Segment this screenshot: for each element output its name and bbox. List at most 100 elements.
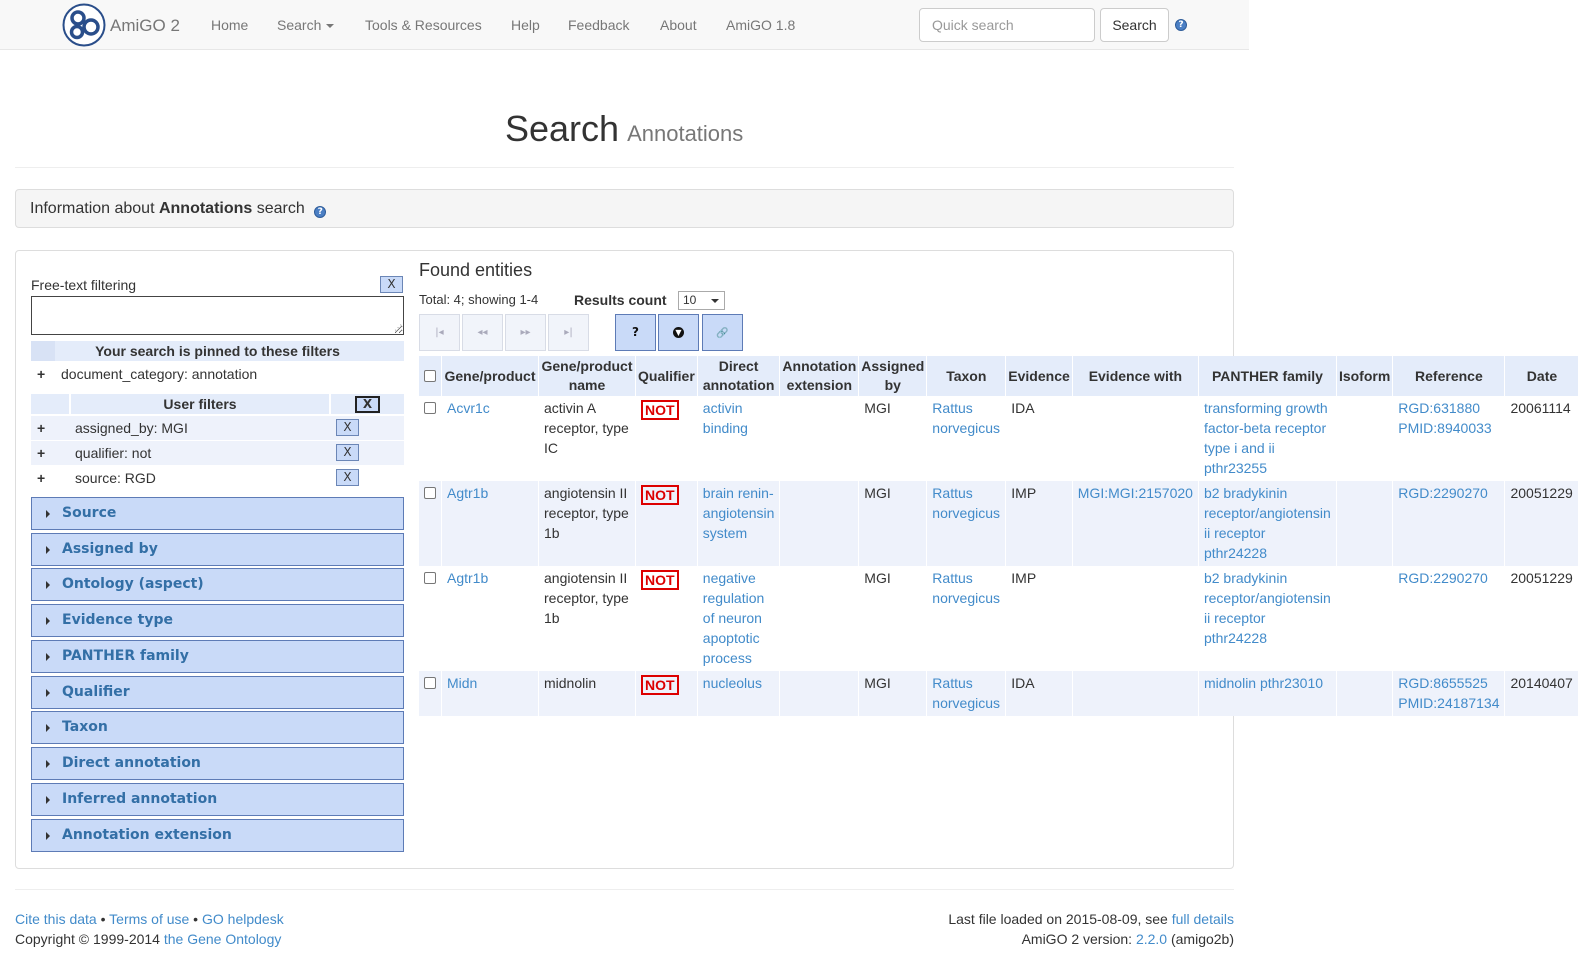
nav-search-dropdown[interactable]: Search bbox=[277, 17, 335, 33]
panther-family-link[interactable]: transforming growth factor-beta receptor… bbox=[1204, 400, 1328, 476]
gene-link[interactable]: Agtr1b bbox=[447, 485, 488, 501]
nav-about[interactable]: About bbox=[660, 17, 697, 33]
pager-last-button[interactable]: ▸| bbox=[548, 314, 589, 351]
evidence-with-link[interactable]: MGI:MGI:2157020 bbox=[1078, 485, 1193, 501]
results-table: Gene/product Gene/product name Qualifier… bbox=[419, 356, 1580, 716]
column-header[interactable]: Annotation extension bbox=[779, 356, 860, 396]
facet-source[interactable]: Source bbox=[31, 497, 404, 530]
column-header[interactable]: Gene/product name bbox=[538, 356, 636, 396]
select-all-checkbox[interactable] bbox=[424, 369, 436, 382]
reference-link[interactable]: RGD:2290270 bbox=[1398, 570, 1488, 586]
facet-taxon[interactable]: Taxon bbox=[31, 711, 404, 744]
pager-first-button[interactable]: |◂ bbox=[419, 314, 460, 351]
panther-family-link[interactable]: b2 bradykinin receptor/angiotensin ii re… bbox=[1204, 570, 1331, 646]
column-header[interactable]: Evidence with bbox=[1072, 356, 1199, 396]
column-header[interactable]: Gene/product bbox=[441, 356, 539, 396]
remove-filter-button[interactable]: X bbox=[336, 469, 359, 486]
nav-feedback[interactable]: Feedback bbox=[568, 17, 629, 33]
triangle-right-icon bbox=[46, 760, 50, 768]
quick-search-button[interactable]: Search bbox=[1100, 8, 1169, 42]
taxon-link[interactable]: Rattus norvegicus bbox=[932, 485, 1000, 521]
plus-icon[interactable]: + bbox=[37, 416, 45, 440]
facet-inferred-annotation[interactable]: Inferred annotation bbox=[31, 783, 404, 816]
facet-annotation-extension[interactable]: Annotation extension bbox=[31, 819, 404, 852]
panther-family-link[interactable]: midnolin pthr23010 bbox=[1204, 675, 1323, 691]
freetext-label: Free-text filtering bbox=[31, 277, 137, 293]
taxon-link[interactable]: Rattus norvegicus bbox=[932, 675, 1000, 711]
assigned-by: MGI bbox=[858, 566, 928, 671]
download-button[interactable]: ▼ bbox=[658, 314, 699, 351]
column-header[interactable]: Qualifier bbox=[635, 356, 698, 396]
remove-filter-button[interactable]: X bbox=[336, 419, 359, 436]
facet-ontology-aspect[interactable]: Ontology (aspect) bbox=[31, 568, 404, 601]
annotation-extension bbox=[779, 671, 860, 716]
direct-annotation-link[interactable]: negative regulation of neuron apoptotic … bbox=[703, 570, 765, 666]
download-icon: ▼ bbox=[673, 327, 684, 338]
nav-home[interactable]: Home bbox=[211, 17, 248, 33]
facet-qualifier[interactable]: Qualifier bbox=[31, 676, 404, 709]
reference-link[interactable]: RGD:8655525 bbox=[1398, 675, 1488, 691]
row-checkbox[interactable] bbox=[424, 487, 436, 499]
direct-annotation-link[interactable]: brain renin-angiotensin system bbox=[703, 485, 775, 541]
remove-filter-button[interactable]: X bbox=[336, 444, 359, 461]
quick-search-input[interactable] bbox=[919, 8, 1095, 42]
column-header[interactable]: Taxon bbox=[926, 356, 1007, 396]
plus-icon[interactable]: + bbox=[37, 441, 45, 465]
row-checkbox[interactable] bbox=[424, 677, 436, 689]
reference-link[interactable]: RGD:631880 bbox=[1398, 400, 1480, 416]
direct-annotation-link[interactable]: activin binding bbox=[703, 400, 748, 436]
gene-link[interactable]: Acvr1c bbox=[447, 400, 490, 416]
reference-link[interactable]: RGD:2290270 bbox=[1398, 485, 1488, 501]
freetext-clear-button[interactable]: X bbox=[380, 276, 403, 293]
info-panel[interactable]: Information about Annotations search ? bbox=[15, 189, 1234, 228]
terms-link[interactable]: Terms of use bbox=[109, 911, 189, 927]
help-icon[interactable]: ? bbox=[1175, 19, 1187, 31]
facet-assigned-by[interactable]: Assigned by bbox=[31, 533, 404, 566]
helpdesk-link[interactable]: GO helpdesk bbox=[202, 911, 284, 927]
gene-ontology-link[interactable]: the Gene Ontology bbox=[164, 931, 282, 947]
freetext-filter-input[interactable] bbox=[31, 296, 404, 335]
gene-link[interactable]: Midn bbox=[447, 675, 477, 691]
help-icon[interactable]: ? bbox=[314, 206, 327, 218]
clear-user-filters-button[interactable]: X bbox=[355, 396, 380, 413]
gene-link[interactable]: Agtr1b bbox=[447, 570, 488, 586]
full-details-link[interactable]: full details bbox=[1172, 911, 1234, 927]
pager-next-button[interactable]: ▸▸ bbox=[505, 314, 546, 351]
row-checkbox[interactable] bbox=[424, 402, 436, 414]
column-header[interactable]: Date bbox=[1504, 356, 1580, 396]
reference-link[interactable]: PMID:8940033 bbox=[1398, 420, 1491, 436]
column-header[interactable]: PANTHER family bbox=[1198, 356, 1337, 396]
column-header[interactable]: Reference bbox=[1392, 356, 1506, 396]
triangle-right-icon bbox=[46, 617, 50, 625]
table-row: Acvr1c activin A receptor, type IC NOT a… bbox=[419, 396, 1580, 481]
column-header[interactable]: Evidence bbox=[1005, 356, 1073, 396]
cite-link[interactable]: Cite this data bbox=[15, 911, 97, 927]
version-link[interactable]: 2.2.0 bbox=[1136, 931, 1167, 947]
plus-icon[interactable]: + bbox=[37, 466, 45, 490]
plus-icon[interactable]: + bbox=[37, 363, 45, 385]
facet-evidence-type[interactable]: Evidence type bbox=[31, 604, 404, 637]
direct-annotation-link[interactable]: nucleolus bbox=[703, 675, 762, 691]
facet-panther-family[interactable]: PANTHER family bbox=[31, 640, 404, 673]
reference-link[interactable]: PMID:24187134 bbox=[1398, 695, 1499, 711]
nav-tools[interactable]: Tools & Resources bbox=[365, 17, 482, 33]
row-checkbox[interactable] bbox=[424, 572, 436, 584]
taxon-link[interactable]: Rattus norvegicus bbox=[932, 570, 1000, 606]
panther-family-link[interactable]: b2 bradykinin receptor/angiotensin ii re… bbox=[1204, 485, 1331, 561]
column-header[interactable]: Isoform bbox=[1336, 356, 1394, 396]
taxon-link[interactable]: Rattus norvegicus bbox=[932, 400, 1000, 436]
amigo-logo-icon[interactable] bbox=[62, 3, 106, 47]
pager-prev-button[interactable]: ◂◂ bbox=[462, 314, 503, 351]
resize-grip-icon[interactable]: ⋰ bbox=[394, 323, 402, 332]
column-header[interactable]: Assigned by bbox=[858, 356, 928, 396]
nav-search-label: Search bbox=[277, 17, 322, 33]
results-count-select[interactable]: 10 bbox=[678, 291, 725, 310]
results-help-button[interactable]: ? bbox=[615, 314, 656, 351]
column-header[interactable]: Direct annotation bbox=[697, 356, 781, 396]
nav-amigo18[interactable]: AmiGO 1.8 bbox=[726, 17, 795, 33]
facet-direct-annotation[interactable]: Direct annotation bbox=[31, 747, 404, 780]
brand-name[interactable]: AmiGO 2 bbox=[110, 16, 180, 36]
nav-help[interactable]: Help bbox=[511, 17, 540, 33]
results-count-value: 10 bbox=[683, 293, 697, 307]
permalink-button[interactable]: 🔗 bbox=[702, 314, 743, 351]
